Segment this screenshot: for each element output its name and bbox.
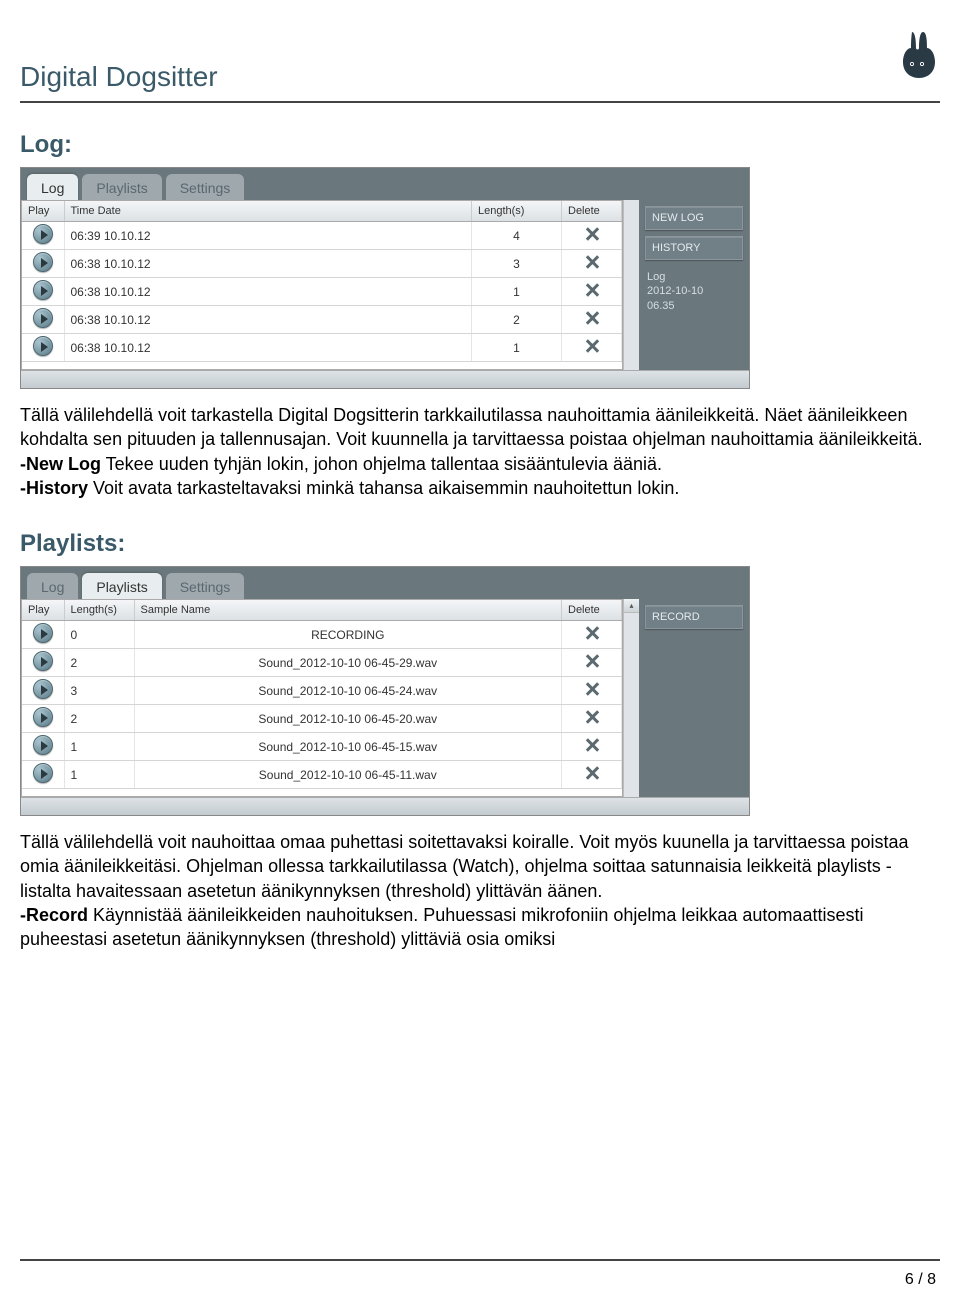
table-row: 2Sound_2012-10-10 06-45-20.wav	[22, 705, 622, 733]
page-number: 6 / 8	[905, 1271, 936, 1289]
length-cell: 3	[472, 250, 562, 278]
close-icon[interactable]	[583, 309, 601, 327]
col-length: Length(s)	[472, 201, 562, 222]
tab-playlists[interactable]: Playlists	[82, 174, 161, 200]
log-table: Play Time Date Length(s) Delete 06:39 10…	[22, 201, 622, 362]
close-icon[interactable]	[583, 736, 601, 754]
time-cell: 06:38 10.10.12	[64, 278, 472, 306]
log-description: Tällä välilehdellä voit tarkastella Digi…	[20, 403, 940, 500]
tab-log[interactable]: Log	[27, 573, 78, 599]
table-row: 2Sound_2012-10-10 06-45-29.wav	[22, 649, 622, 677]
playlists-table: Play Length(s) Sample Name Delete 0RECOR…	[22, 600, 622, 789]
page-title: Digital Dogsitter	[20, 61, 218, 93]
close-icon[interactable]	[583, 680, 601, 698]
table-row: 0RECORDING	[22, 621, 622, 649]
panel-footer	[21, 797, 749, 815]
log-info: Log 2012-10-10 06.35	[645, 266, 743, 317]
length-cell: 1	[472, 278, 562, 306]
sample-name-cell: Sound_2012-10-10 06-45-24.wav	[134, 677, 562, 705]
col-delete: Delete	[562, 201, 622, 222]
table-row: 06:38 10.10.122	[22, 306, 622, 334]
record-button[interactable]: RECORD	[645, 605, 743, 629]
sample-name-cell: RECORDING	[134, 621, 562, 649]
tab-log[interactable]: Log	[27, 174, 78, 200]
length-cell: 1	[64, 733, 134, 761]
close-icon[interactable]	[583, 253, 601, 271]
play-icon[interactable]	[33, 224, 53, 244]
play-icon[interactable]	[33, 707, 53, 727]
length-cell: 1	[472, 334, 562, 362]
log-screenshot: Log Playlists Settings Play Time Date Le…	[20, 167, 750, 389]
panel-footer	[21, 370, 749, 388]
play-icon[interactable]	[33, 651, 53, 671]
bunny-logo-icon	[898, 30, 940, 93]
time-cell: 06:39 10.10.12	[64, 222, 472, 250]
length-cell: 2	[472, 306, 562, 334]
close-icon[interactable]	[583, 652, 601, 670]
play-icon[interactable]	[33, 763, 53, 783]
sample-name-cell: Sound_2012-10-10 06-45-20.wav	[134, 705, 562, 733]
col-play: Play	[22, 201, 64, 222]
close-icon[interactable]	[583, 708, 601, 726]
table-row: 06:38 10.10.121	[22, 278, 622, 306]
length-cell: 1	[64, 761, 134, 789]
col-delete: Delete	[562, 600, 622, 621]
history-button[interactable]: HISTORY	[645, 236, 743, 260]
time-cell: 06:38 10.10.12	[64, 306, 472, 334]
tab-settings[interactable]: Settings	[166, 174, 245, 200]
log-heading: Log:	[20, 131, 940, 159]
playlists-description: Tällä välilehdellä voit nauhoittaa omaa …	[20, 830, 940, 951]
tab-settings[interactable]: Settings	[166, 573, 245, 599]
play-icon[interactable]	[33, 735, 53, 755]
table-row: 1Sound_2012-10-10 06-45-11.wav	[22, 761, 622, 789]
col-sample: Sample Name	[134, 600, 562, 621]
table-row: 06:38 10.10.121	[22, 334, 622, 362]
footer-divider	[20, 1259, 940, 1261]
new-log-button[interactable]: NEW LOG	[645, 206, 743, 230]
length-cell: 4	[472, 222, 562, 250]
scrollbar[interactable]	[623, 200, 639, 370]
close-icon[interactable]	[583, 764, 601, 782]
length-cell: 2	[64, 649, 134, 677]
play-icon[interactable]	[33, 336, 53, 356]
col-time: Time Date	[64, 201, 472, 222]
col-play: Play	[22, 600, 64, 621]
close-icon[interactable]	[583, 624, 601, 642]
play-icon[interactable]	[33, 623, 53, 643]
playlists-screenshot: Log Playlists Settings Play Length(s) Sa…	[20, 566, 750, 816]
play-icon[interactable]	[33, 280, 53, 300]
length-cell: 0	[64, 621, 134, 649]
play-icon[interactable]	[33, 252, 53, 272]
col-length: Length(s)	[64, 600, 134, 621]
header-divider	[20, 101, 940, 103]
close-icon[interactable]	[583, 225, 601, 243]
close-icon[interactable]	[583, 281, 601, 299]
tab-playlists[interactable]: Playlists	[82, 573, 161, 599]
sample-name-cell: Sound_2012-10-10 06-45-15.wav	[134, 733, 562, 761]
time-cell: 06:38 10.10.12	[64, 250, 472, 278]
table-row: 3Sound_2012-10-10 06-45-24.wav	[22, 677, 622, 705]
length-cell: 3	[64, 677, 134, 705]
table-row: 1Sound_2012-10-10 06-45-15.wav	[22, 733, 622, 761]
time-cell: 06:38 10.10.12	[64, 334, 472, 362]
play-icon[interactable]	[33, 679, 53, 699]
close-icon[interactable]	[583, 337, 601, 355]
scrollbar[interactable]: ▴	[623, 599, 639, 797]
playlists-heading: Playlists:	[20, 530, 940, 558]
play-icon[interactable]	[33, 308, 53, 328]
sample-name-cell: Sound_2012-10-10 06-45-11.wav	[134, 761, 562, 789]
table-row: 06:39 10.10.124	[22, 222, 622, 250]
sample-name-cell: Sound_2012-10-10 06-45-29.wav	[134, 649, 562, 677]
length-cell: 2	[64, 705, 134, 733]
table-row: 06:38 10.10.123	[22, 250, 622, 278]
